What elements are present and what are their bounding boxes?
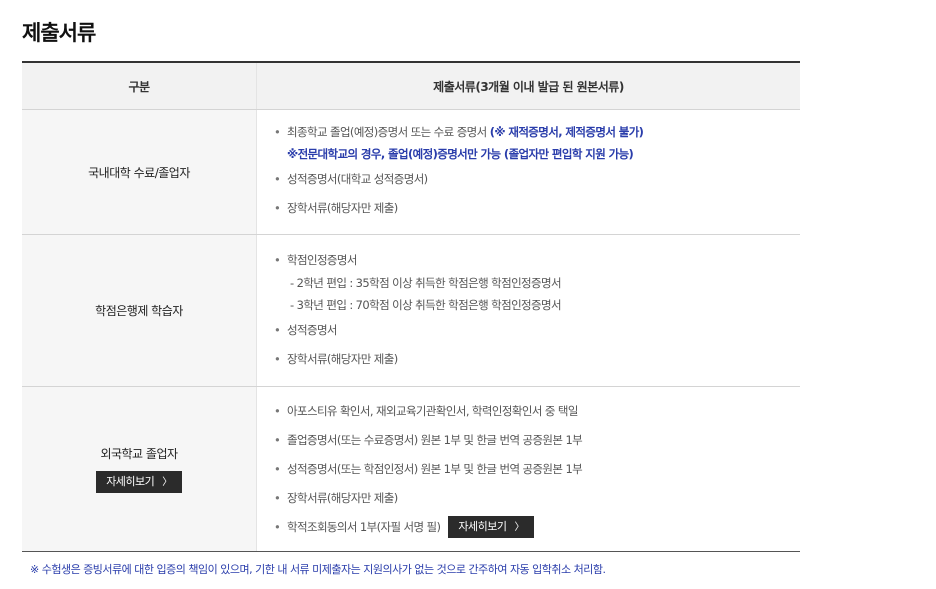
- details-button[interactable]: 자세히보기 〉: [448, 516, 535, 538]
- page-title: 제출서류: [22, 21, 96, 45]
- bullet-dot-icon: •: [274, 403, 281, 418]
- list-item: • 학적조회동의서 1부(자필 서명 필) 자세히보기 〉: [274, 513, 800, 542]
- category-label: 외국학교 졸업자: [100, 447, 178, 461]
- bullet-dot-icon: •: [274, 125, 281, 139]
- chevron-right-icon: 〉: [514, 522, 525, 533]
- list-item: • 장학서류(해당자만 제출): [274, 484, 800, 513]
- list-item: • 장학서류(해당자만 제출): [274, 194, 800, 223]
- category-cell: 학점은행제 학습자: [22, 234, 257, 387]
- documents-cell: • 최종학교 졸업(예정)증명서 또는 수료 증명서 (※ 재적증명서, 제적증명…: [256, 109, 800, 235]
- details-button[interactable]: 자세히보기 〉: [96, 471, 182, 493]
- chevron-right-icon: 〉: [162, 477, 172, 488]
- sub-item: - 3학년 편입 : 70학점 이상 취득한 학점은행 학점인정증명서: [290, 297, 562, 312]
- table-row: 외국학교 졸업자 자세히보기 〉 • 아포스티유 확인서, 재외교육기관확인서, 학…: [22, 386, 800, 552]
- table-row: 국내대학 수료/졸업자 • 최종학교 졸업(예정)증명서 또는 수료 증명서 (※…: [22, 109, 800, 235]
- bullet-dot-icon: •: [274, 322, 281, 337]
- note-text: ※전문대학교의 경우, 졸업(예정)증명서만 가능 (졸업자만 편입학 지원 가…: [287, 147, 634, 161]
- table-row: 학점은행제 학습자 • 학점인정증명서 - 2학년 편입 : 35학점 이상 취득…: [22, 234, 800, 387]
- table-header-row: 구분 제출서류(3개월 이내 발급 된 원본서류): [22, 61, 800, 110]
- footnote: ※ 수험생은 증빙서류에 대한 입증의 책임이 있으며, 기한 내 서류 미제출…: [30, 563, 606, 576]
- bullet-dot-icon: •: [274, 252, 281, 267]
- bullet-dot-icon: •: [274, 432, 281, 447]
- sub-item: - 2학년 편입 : 35학점 이상 취득한 학점은행 학점인정증명서: [290, 275, 562, 290]
- list-item: • 성적증명서(대학교 성적증명서): [274, 165, 800, 194]
- bullet-dot-icon: •: [274, 490, 281, 505]
- list-item: • 졸업증명서(또는 수료증명서) 원본 1부 및 한글 번역 공증원본 1부: [274, 426, 800, 455]
- bullet-dot-icon: •: [274, 201, 281, 215]
- list-item: • 아포스티유 확인서, 재외교육기관확인서, 학력인정확인서 중 택일: [274, 397, 800, 426]
- bullet-dot-icon: •: [274, 351, 281, 366]
- list-item: • 성적증명서: [274, 316, 800, 345]
- note-text: (※ 재적증명서, 제적증명서 불가): [489, 125, 644, 139]
- list-item: • 학점인정증명서 - 2학년 편입 : 35학점 이상 취득한 학점은행 학점인…: [274, 248, 800, 316]
- column-header-documents: 제출서류(3개월 이내 발급 된 원본서류): [256, 61, 800, 110]
- column-header-category: 구분: [22, 61, 257, 110]
- category-cell: 외국학교 졸업자 자세히보기 〉: [22, 386, 257, 552]
- documents-cell: • 아포스티유 확인서, 재외교육기관확인서, 학력인정확인서 중 택일 • 졸업증…: [256, 386, 800, 552]
- document-list: • 학점인정증명서 - 2학년 편입 : 35학점 이상 취득한 학점은행 학점인…: [274, 248, 800, 374]
- list-item: • 최종학교 졸업(예정)증명서 또는 수료 증명서 (※ 재적증명서, 제적증명…: [274, 121, 800, 165]
- bullet-dot-icon: •: [274, 519, 281, 534]
- category-cell: 국내대학 수료/졸업자: [22, 109, 257, 235]
- documents-cell: • 학점인정증명서 - 2학년 편입 : 35학점 이상 취득한 학점은행 학점인…: [256, 234, 800, 387]
- bullet-dot-icon: •: [274, 461, 281, 476]
- list-item: • 장학서류(해당자만 제출): [274, 345, 800, 374]
- list-item: • 성적증명서(또는 학점인정서) 원본 1부 및 한글 번역 공증원본 1부: [274, 455, 800, 484]
- bullet-dot-icon: •: [274, 172, 281, 186]
- document-list: • 아포스티유 확인서, 재외교육기관확인서, 학력인정확인서 중 택일 • 졸업증…: [274, 397, 800, 542]
- documents-table: 구분 제출서류(3개월 이내 발급 된 원본서류) 국내대학 수료/졸업자 • 최…: [22, 61, 800, 552]
- document-list: • 최종학교 졸업(예정)증명서 또는 수료 증명서 (※ 재적증명서, 제적증명…: [274, 121, 800, 223]
